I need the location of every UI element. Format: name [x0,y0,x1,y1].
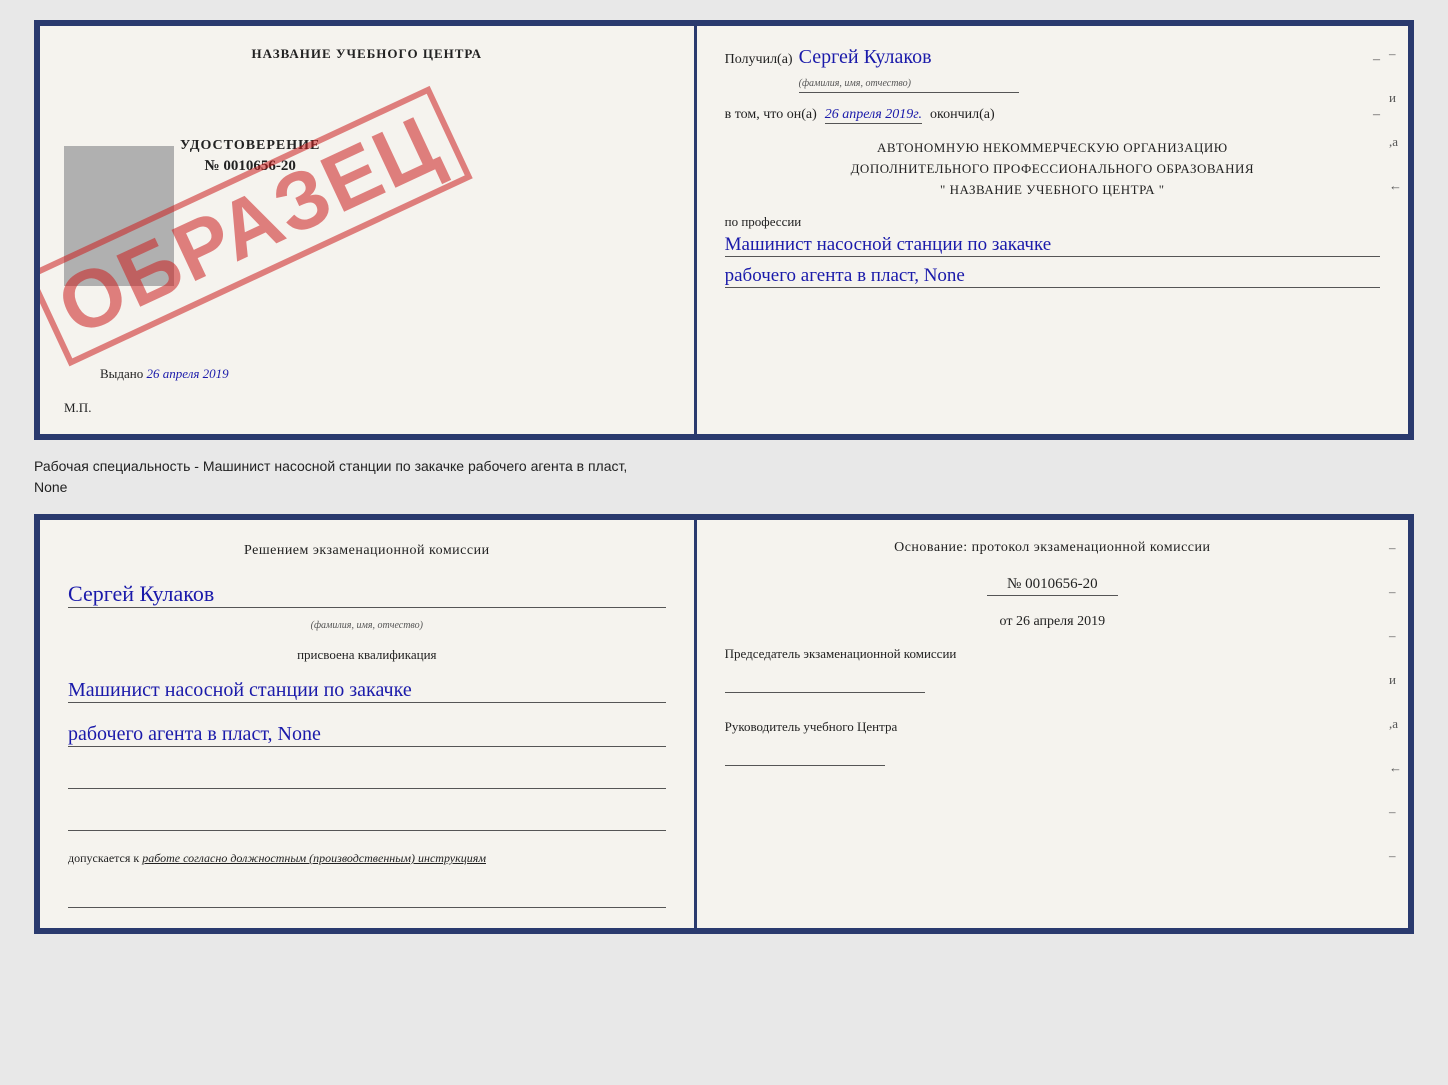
rb-dash4: и [1389,672,1402,688]
poluchil-label: Получил(а) [725,52,793,68]
vydano-label: Выдано [100,366,143,381]
osnovanie-title: Основание: протокол экзаменационной коми… [725,540,1380,556]
empty-line-2 [68,809,666,831]
rukovoditel-block: Руководитель учебного Центра [725,717,1380,766]
rb-dash3: – [1389,628,1402,644]
rb-dash6: ← [1389,760,1402,776]
right-panel-bottom: Основание: протокол экзаменационной коми… [697,520,1408,928]
okonchil-label: окончил(а) [930,107,995,123]
professia-line2: рабочего агента в пласт, None [725,265,1380,288]
predsedatel-block: Председатель экзаменационной комиссии [725,644,1380,693]
center-name-title: НАЗВАНИЕ УЧЕБНОГО ЦЕНТРА [64,46,670,62]
dopuskaetsya-italic: работе согласно должностным (производств… [142,851,486,865]
predsedatel-label: Председатель экзаменационной комиссии [725,646,957,661]
top-document: НАЗВАНИЕ УЧЕБНОГО ЦЕНТРА ОБРАЗЕЦ УДОСТОВ… [34,20,1414,440]
fio-handwritten: Сергей Кулаков [68,581,666,608]
rb-dash7: – [1389,804,1402,820]
org-block: АВТОНОМНУЮ НЕКОММЕРЧЕСКУЮ ОРГАНИЗАЦИЮ ДО… [725,138,1380,200]
empty-line-1 [68,767,666,789]
right-bottom-side: – – – и ,а ← – – [1389,540,1402,864]
vydano-date: 26 апреля 2019 [147,366,229,381]
org-name: " НАЗВАНИЕ УЧЕБНОГО ЦЕНТРА " [725,180,1380,201]
professia-line1: Машинист насосной станции по закачке [725,234,1380,257]
protocol-number: № 0010656-20 [987,574,1118,596]
dopuskaetsya-block: допускается к работе согласно должностны… [68,851,666,866]
rb-dash1: – [1389,540,1402,556]
caption: Рабочая специальность - Машинист насосно… [34,456,1414,498]
vydano-line: Выдано 26 апреля 2019 [100,366,229,382]
kvalif-line2: рабочего агента в пласт, None [68,723,666,747]
dash5: ,а [1389,134,1402,150]
dash3: – [1389,46,1402,62]
vtom-date: 26 апреля 2019г. [825,107,922,124]
dopuskaetsya-label: допускается к [68,851,139,865]
dash2: – [1373,107,1380,123]
rb-dash8: – [1389,848,1402,864]
right-side-lines: – и ,а ← [1389,46,1402,194]
photo-placeholder [64,146,174,286]
empty-line-3 [68,886,666,908]
mp-label: М.П. [64,400,91,416]
rb-dash5: ,а [1389,716,1402,732]
udostoverenie-title: УДОСТОВЕРЕНИЕ [180,138,320,154]
resheniem-title: Решением экзаменационной комиссии [68,540,666,561]
professia-label: по профессии [725,214,802,229]
left-panel-bottom: Решением экзаменационной комиссии Сергей… [40,520,697,928]
predsedatel-signature-line [725,671,925,693]
bottom-document: Решением экзаменационной комиссии Сергей… [34,514,1414,934]
poluchil-sub: (фамилия, имя, отчество) [799,78,911,89]
ot-date-line: от 26 апреля 2019 [725,614,1380,630]
prisvoena-label: присвоена квалификация [68,647,666,663]
number-block: № 0010656-20 [725,570,1380,600]
dash1: – [1373,52,1380,68]
rukovoditel-signature-line [725,744,885,766]
vtom-label: в том, что он(а) [725,107,817,123]
udostoverenie-number: № 0010656-20 [180,158,320,175]
left-panel-top: НАЗВАНИЕ УЧЕБНОГО ЦЕНТРА ОБРАЗЕЦ УДОСТОВ… [40,26,697,434]
poluchil-line: Получил(а) Сергей Кулаков (фамилия, имя,… [725,46,1380,93]
udostoverenie-block: УДОСТОВЕРЕНИЕ № 0010656-20 [180,138,320,175]
fio-sub: (фамилия, имя, отчество) [68,620,666,631]
rukovoditel-label: Руководитель учебного Центра [725,719,898,734]
ot-label: от [1000,614,1013,629]
ot-date: 26 апреля 2019 [1016,614,1105,629]
org-line1: АВТОНОМНУЮ НЕКОММЕРЧЕСКУЮ ОРГАНИЗАЦИЮ [725,138,1380,159]
dash6: ← [1389,178,1402,194]
dash4: и [1389,90,1402,106]
kvalif-line1: Машинист насосной станции по закачке [68,679,666,703]
rb-dash2: – [1389,584,1402,600]
poluchil-name: Сергей Кулаков (фамилия, имя, отчество) [799,46,1019,93]
org-line2: ДОПОЛНИТЕЛЬНОГО ПРОФЕССИОНАЛЬНОГО ОБРАЗО… [725,159,1380,180]
caption-text1: Рабочая специальность - Машинист насосно… [34,458,627,474]
vtom-line: в том, что он(а) 26 апреля 2019г. окончи… [725,107,1380,124]
professia-block: по профессии Машинист насосной станции п… [725,214,1380,288]
caption-text2: None [34,479,67,495]
right-panel-top: Получил(а) Сергей Кулаков (фамилия, имя,… [697,26,1408,434]
